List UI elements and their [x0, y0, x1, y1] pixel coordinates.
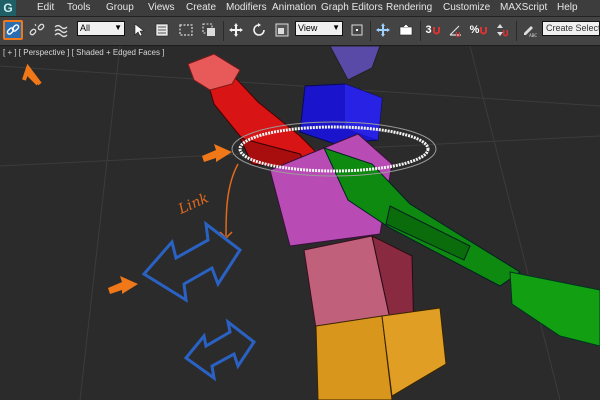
magnet-icon [480, 26, 488, 34]
toolbar-separator [420, 21, 421, 41]
menu-edit[interactable]: Edit [37, 2, 54, 13]
keyboard-icon [399, 23, 413, 36]
cursor-arrow-icon [134, 23, 145, 37]
chevron-down-icon: ▼ [114, 23, 122, 32]
selection-filter-dropdown[interactable]: All ▼ [77, 21, 125, 36]
selection-filter-value: All [80, 23, 91, 33]
angle-snap-icon [449, 25, 461, 37]
select-and-scale-button[interactable] [272, 20, 292, 40]
pivot-center-icon [351, 24, 363, 36]
percent-snap-label: % [469, 24, 480, 36]
use-pivot-center-button[interactable] [347, 20, 367, 40]
orange-arrow-icon [108, 276, 138, 294]
bone-green-hand [509, 271, 600, 347]
rotate-icon [253, 23, 265, 36]
select-object-button[interactable] [129, 20, 149, 40]
menu-help[interactable]: Help [557, 2, 578, 13]
menu-views[interactable]: Views [148, 2, 175, 13]
menu-animation[interactable]: Animation [272, 2, 316, 13]
scene-view[interactable] [0, 46, 600, 400]
scale-icon [275, 23, 289, 37]
toolbar-separator [370, 21, 371, 41]
link-icon [6, 24, 20, 35]
menu-bar: G Edit Tools Group Views Create Modifier… [0, 0, 600, 17]
window-crossing-icon [202, 23, 215, 36]
menu-group[interactable]: Group [106, 2, 134, 13]
annotation-link-curve [225, 163, 239, 237]
move-icon [229, 23, 243, 37]
menu-modifiers[interactable]: Modifiers [226, 2, 267, 13]
select-and-manipulate-button[interactable] [373, 20, 393, 40]
main-toolbar: All ▼ View ▼ 3 % ABC Create Select [0, 17, 600, 46]
menu-maxscript[interactable]: MAXScript [500, 2, 547, 13]
orange-arrow-icon [202, 144, 232, 162]
select-by-name-button[interactable] [152, 20, 172, 40]
window-crossing-button[interactable] [199, 20, 219, 40]
double-arrow-icon [183, 318, 257, 382]
percent-snap-toggle-button[interactable]: % [469, 20, 489, 40]
keyboard-shortcut-override-button[interactable] [396, 20, 416, 40]
named-selection-sets-field[interactable]: Create Selection [542, 21, 600, 36]
menu-customize[interactable]: Customize [443, 2, 490, 13]
space-warp-icon [54, 24, 68, 38]
select-and-move-button[interactable] [226, 20, 246, 40]
bone-orange-side [381, 307, 447, 397]
magnet-icon [432, 26, 440, 34]
select-and-rotate-button[interactable] [249, 20, 269, 40]
annotation-arrow-toolbar [22, 63, 42, 86]
snaps-toggle-button[interactable]: 3 [423, 20, 443, 40]
bone-orange-spine[interactable] [315, 315, 393, 400]
svg-text:ABC: ABC [529, 33, 537, 38]
list-icon [155, 23, 169, 37]
spinner-snap-icon [497, 24, 508, 37]
reference-coordinate-dropdown[interactable]: View ▼ [295, 21, 343, 36]
menu-tools[interactable]: Tools [67, 2, 90, 13]
menu-create[interactable]: Create [186, 2, 216, 13]
edit-named-selection-sets-button[interactable]: ABC [519, 20, 539, 40]
unlink-icon [29, 23, 45, 36]
toolbar-separator [223, 21, 224, 41]
chevron-down-icon: ▼ [332, 23, 340, 32]
app-logo[interactable]: G [0, 0, 16, 16]
bone-purple-top[interactable] [329, 46, 381, 81]
unlink-selection-button[interactable] [27, 20, 47, 40]
manipulate-icon [376, 23, 390, 37]
menu-rendering[interactable]: Rendering [386, 2, 432, 13]
reference-coordinate-value: View [298, 23, 318, 33]
spinner-snap-toggle-button[interactable] [492, 20, 512, 40]
angle-snap-toggle-button[interactable] [446, 20, 466, 40]
menu-graph-editors[interactable]: Graph Editors [321, 2, 383, 13]
pencil-abc-icon: ABC [524, 26, 537, 38]
select-and-link-button[interactable] [3, 20, 23, 40]
viewport-label[interactable]: [ + ] [ Perspective ] [ Shaded + Edged F… [3, 48, 164, 57]
toolbar-separator [516, 21, 517, 41]
selection-region-icon [179, 24, 193, 36]
rectangular-selection-region-button[interactable] [176, 20, 196, 40]
perspective-viewport[interactable]: Link [ + ] [ Perspective ] [ Shaded + Ed… [0, 46, 600, 400]
bind-to-space-warp-button[interactable] [51, 20, 71, 40]
